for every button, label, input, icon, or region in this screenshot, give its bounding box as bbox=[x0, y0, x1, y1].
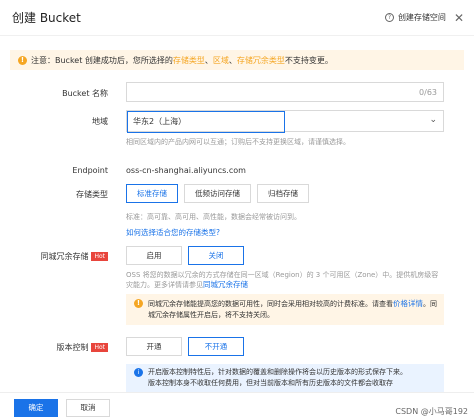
storage-ia-option[interactable]: 低频访问存储 bbox=[184, 184, 251, 203]
versioning-disable-option[interactable]: 不开通 bbox=[188, 337, 244, 356]
notice-banner: ! 注意：Bucket 创建成功后，您所选择的存储类型、区域、存储冗余类型不支持… bbox=[10, 50, 464, 70]
redundancy-warning: ! 同城冗余存储能提高您的数据可用性，同时会采用相对较高的计费标准。请查看价格详… bbox=[126, 294, 444, 325]
dialog-title: 创建 Bucket bbox=[12, 11, 81, 25]
warning-icon: ! bbox=[134, 299, 143, 308]
region-hint: 相同区域内的产品内网可以互通；订购后不支持更换区域，请谨慎选择。 bbox=[126, 138, 350, 146]
dialog-header: 创建 Bucket ? 创建存储空间 ✕ bbox=[0, 0, 474, 36]
chevron-down-icon: ⌄ bbox=[429, 115, 437, 125]
storage-archive-option[interactable]: 归档存储 bbox=[257, 184, 309, 203]
storage-class-options: 标准存储 低频访问存储 归档存储 bbox=[126, 184, 309, 203]
storage-standard-option[interactable]: 标准存储 bbox=[126, 184, 178, 203]
redundancy-desc: OSS 将您的数据以冗余的方式存储在同一区域（Region）的 3 个可用区（Z… bbox=[126, 271, 439, 289]
redundancy-enable-option[interactable]: 启用 bbox=[126, 246, 182, 265]
bucket-name-row: Bucket 名称 0/63 bbox=[0, 82, 474, 102]
versioning-options: 开通 不开通 bbox=[126, 337, 244, 356]
versioning-enable-option[interactable]: 开通 bbox=[126, 337, 182, 356]
bucket-name-input[interactable]: 0/63 bbox=[126, 82, 444, 102]
notice-text: 注意：Bucket 创建成功后，您所选择的存储类型、区域、存储冗余类型不支持变更… bbox=[31, 55, 333, 65]
versioning-label: 版本控制 Hot bbox=[56, 342, 108, 353]
region-value: 华东2（上海） bbox=[127, 111, 285, 133]
endpoint-value: oss-cn-shanghai.aliyuncs.com bbox=[126, 166, 246, 175]
help-label: 创建存储空间 bbox=[397, 13, 446, 22]
redundancy-label: 同城冗余存储 Hot bbox=[40, 251, 108, 262]
price-detail-link[interactable]: 价格详情 bbox=[393, 299, 423, 308]
cancel-button[interactable]: 取消 bbox=[66, 399, 110, 417]
redundancy-options: 启用 关闭 bbox=[126, 246, 244, 265]
redundancy-doc-link[interactable]: 同城冗余存储 bbox=[203, 280, 248, 289]
help-circle-icon: ? bbox=[384, 13, 394, 22]
bucket-name-label: Bucket 名称 bbox=[62, 89, 108, 98]
warning-icon: ! bbox=[18, 55, 27, 65]
region-label: 地域 bbox=[92, 117, 108, 126]
hot-badge: Hot bbox=[91, 343, 108, 352]
storage-class-help-link[interactable]: 如何选择适合您的存储类型? bbox=[126, 227, 220, 238]
watermark: CSDN @小马哥192 bbox=[395, 407, 468, 416]
close-icon[interactable]: ✕ bbox=[454, 11, 464, 25]
storage-class-hint: 标准：高可靠、高可用、高性能，数据会经常被访问到。 bbox=[126, 213, 301, 221]
info-icon: i bbox=[134, 368, 143, 377]
confirm-button[interactable]: 确定 bbox=[14, 399, 58, 417]
char-counter: 0/63 bbox=[419, 88, 437, 97]
versioning-info: i 开启版本控制特性后，针对数据的覆盖和删除操作将会以历史版本的形式保存下来。 … bbox=[126, 364, 444, 392]
help-link[interactable]: ? 创建存储空间 bbox=[384, 12, 446, 23]
hot-badge: Hot bbox=[91, 252, 108, 261]
header-actions: ? 创建存储空间 ✕ bbox=[384, 11, 464, 25]
storage-class-label: 存储类型 bbox=[76, 190, 108, 199]
region-row: 地域 华东2（上海） ⌄ 相同区域内的产品内网可以互通；订购后不支持更换区域，请… bbox=[0, 110, 474, 146]
region-select[interactable]: 华东2（上海） ⌄ bbox=[126, 110, 444, 133]
redundancy-disable-option[interactable]: 关闭 bbox=[188, 246, 244, 265]
endpoint-label: Endpoint bbox=[72, 166, 108, 175]
